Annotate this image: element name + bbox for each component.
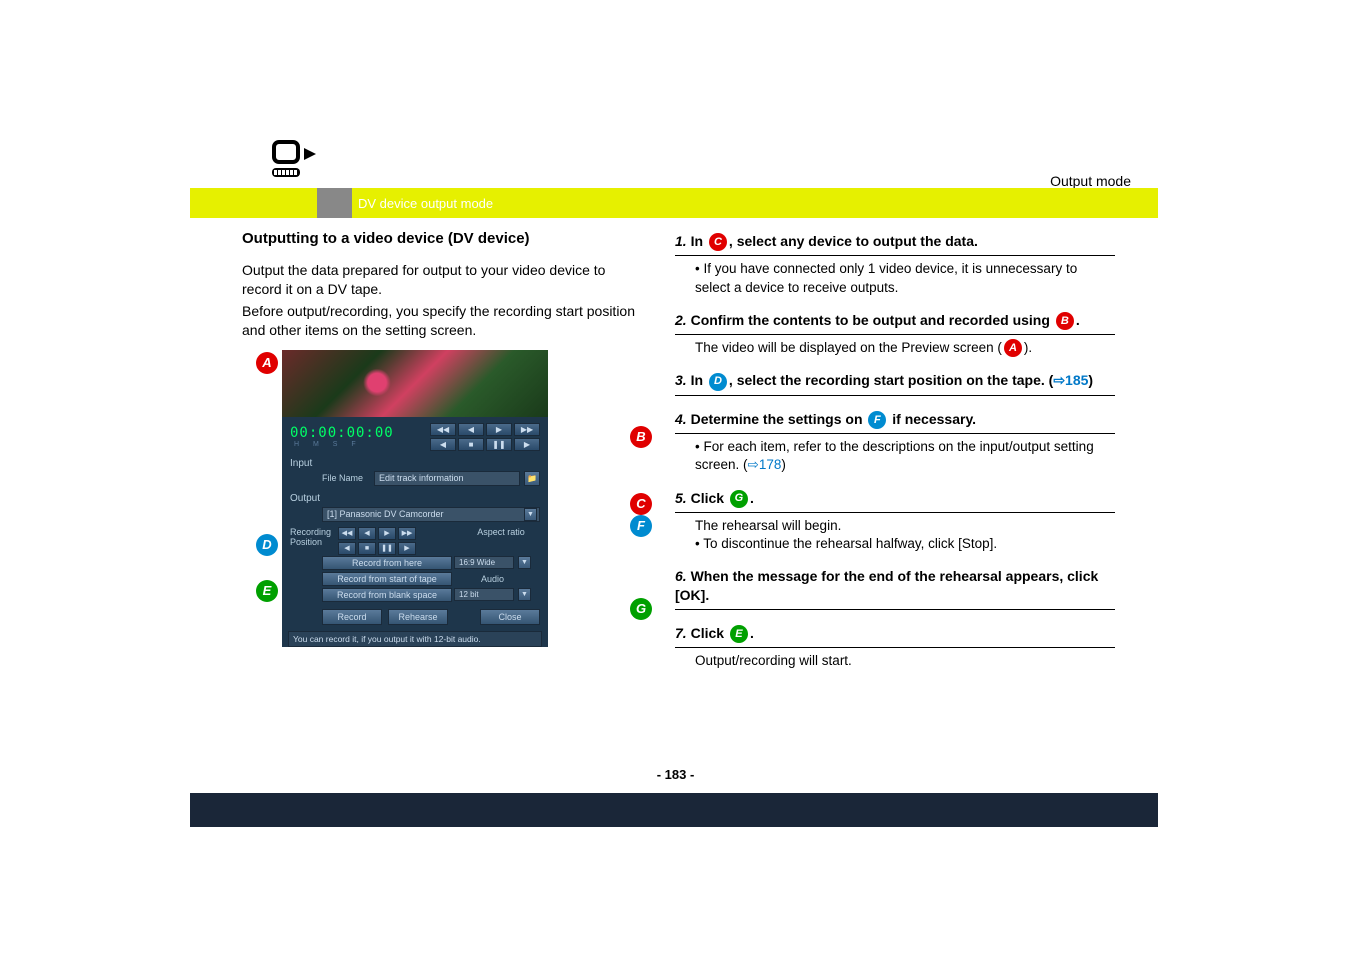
settings-screenshot: 00:00:00:00 H M S F ◀◀ ◀ ▶ ▶▶ <box>282 350 548 647</box>
aspect-value[interactable]: 16:9 Wide <box>454 556 514 569</box>
step-1-body: • If you have connected only 1 video dev… <box>695 260 1115 296</box>
stop-button[interactable]: ■ <box>458 438 484 451</box>
step-1-num: 1. <box>675 233 687 249</box>
rec-play-button[interactable]: ▶ <box>378 527 396 540</box>
aspect-label: Aspect ratio <box>462 527 540 537</box>
callout-d: D <box>256 534 278 556</box>
recpos-label: Recording Position <box>290 527 338 547</box>
rec-prev-button[interactable]: ◀ <box>358 527 376 540</box>
step-fwd-button[interactable]: ▶ <box>514 438 540 451</box>
audio-value[interactable]: 12 bit <box>454 588 514 601</box>
callout-c-inline: C <box>709 233 727 251</box>
callout-a: A <box>256 352 278 374</box>
callout-g-inline: G <box>730 490 748 508</box>
rec-pause-button[interactable]: ❚❚ <box>378 542 396 555</box>
callout-a-inline: A <box>1004 339 1022 357</box>
step-2-body: The video will be displayed on the Previ… <box>695 339 1115 357</box>
step-5-num: 5. <box>675 490 687 506</box>
chevron-down-icon: ▼ <box>524 508 537 521</box>
logo-icon <box>270 140 320 185</box>
rec-step-back-button[interactable]: ◀ <box>338 542 356 555</box>
section-title: Outputting to a video device (DV device) <box>242 230 642 247</box>
rec-step-fwd-button[interactable]: ▶ <box>398 542 416 555</box>
rec-rewind-button[interactable]: ◀◀ <box>338 527 356 540</box>
pause-button[interactable]: ❚❚ <box>486 438 512 451</box>
step-3-num: 3. <box>675 372 687 388</box>
record-from-here-button[interactable]: Record from here <box>322 556 452 570</box>
page-number: - 183 - <box>0 767 1351 782</box>
input-section-label: Input <box>282 455 548 470</box>
browse-button[interactable]: 📁 <box>524 471 540 486</box>
mode-label: Output mode <box>1050 173 1131 189</box>
audio-label: Audio <box>454 574 531 584</box>
step-5-body: The rehearsal will begin. • To discontin… <box>695 517 1115 553</box>
record-button[interactable]: Record <box>322 609 382 625</box>
close-button[interactable]: Close <box>480 609 540 625</box>
intro-para-2: Before output/recording, you specify the… <box>242 302 642 340</box>
play-button[interactable]: ▶ <box>486 423 512 436</box>
device-dropdown[interactable]: [1] Panasonic DV Camcorder▼ <box>322 507 540 522</box>
filename-field[interactable]: Edit track information <box>374 471 520 486</box>
page-ref-185[interactable]: 185 <box>1065 372 1088 388</box>
step-2-num: 2. <box>675 312 687 328</box>
rec-stop-button[interactable]: ■ <box>358 542 376 555</box>
callout-f-inline: F <box>868 411 886 429</box>
callout-f: F <box>630 515 652 537</box>
record-from-start-button[interactable]: Record from start of tape <box>322 572 452 586</box>
callout-d-inline: D <box>709 373 727 391</box>
page-ref-178[interactable]: 178 <box>759 457 782 472</box>
rec-ffwd-button[interactable]: ▶▶ <box>398 527 416 540</box>
callout-b-inline: B <box>1056 312 1074 330</box>
record-from-blank-button[interactable]: Record from blank space <box>322 588 452 602</box>
step-4-num: 4. <box>675 411 687 427</box>
output-section-label: Output <box>282 490 548 505</box>
step-back-button[interactable]: ◀ <box>430 438 456 451</box>
step-7-body: Output/recording will start. <box>695 652 1115 670</box>
step-7-num: 7. <box>675 625 687 641</box>
intro-para-1: Output the data prepared for output to y… <box>242 261 642 299</box>
callout-b: B <box>630 426 652 448</box>
timecode: 00:00:00:00 <box>290 425 394 441</box>
ffwd-button[interactable]: ▶▶ <box>514 423 540 436</box>
callout-g: G <box>630 598 652 620</box>
preview-area <box>282 350 548 417</box>
rewind-button[interactable]: ◀◀ <box>430 423 456 436</box>
step-4-body: • For each item, refer to the descriptio… <box>695 438 1115 474</box>
breadcrumb-text: DV device output mode <box>358 196 493 211</box>
prev-button[interactable]: ◀ <box>458 423 484 436</box>
header-bar: DV device output mode <box>190 188 1158 218</box>
rehearse-button[interactable]: Rehearse <box>388 609 448 625</box>
callout-c: C <box>630 493 652 515</box>
chevron-down-icon[interactable]: ▼ <box>518 556 531 569</box>
chevron-down-icon[interactable]: ▼ <box>518 588 531 601</box>
callout-e: E <box>256 580 278 602</box>
status-bar: You can record it, if you output it with… <box>288 631 542 647</box>
filename-label: File Name <box>322 473 370 483</box>
step-6-num: 6. <box>675 568 687 584</box>
footer-strip <box>190 793 1158 827</box>
callout-e-inline: E <box>730 625 748 643</box>
